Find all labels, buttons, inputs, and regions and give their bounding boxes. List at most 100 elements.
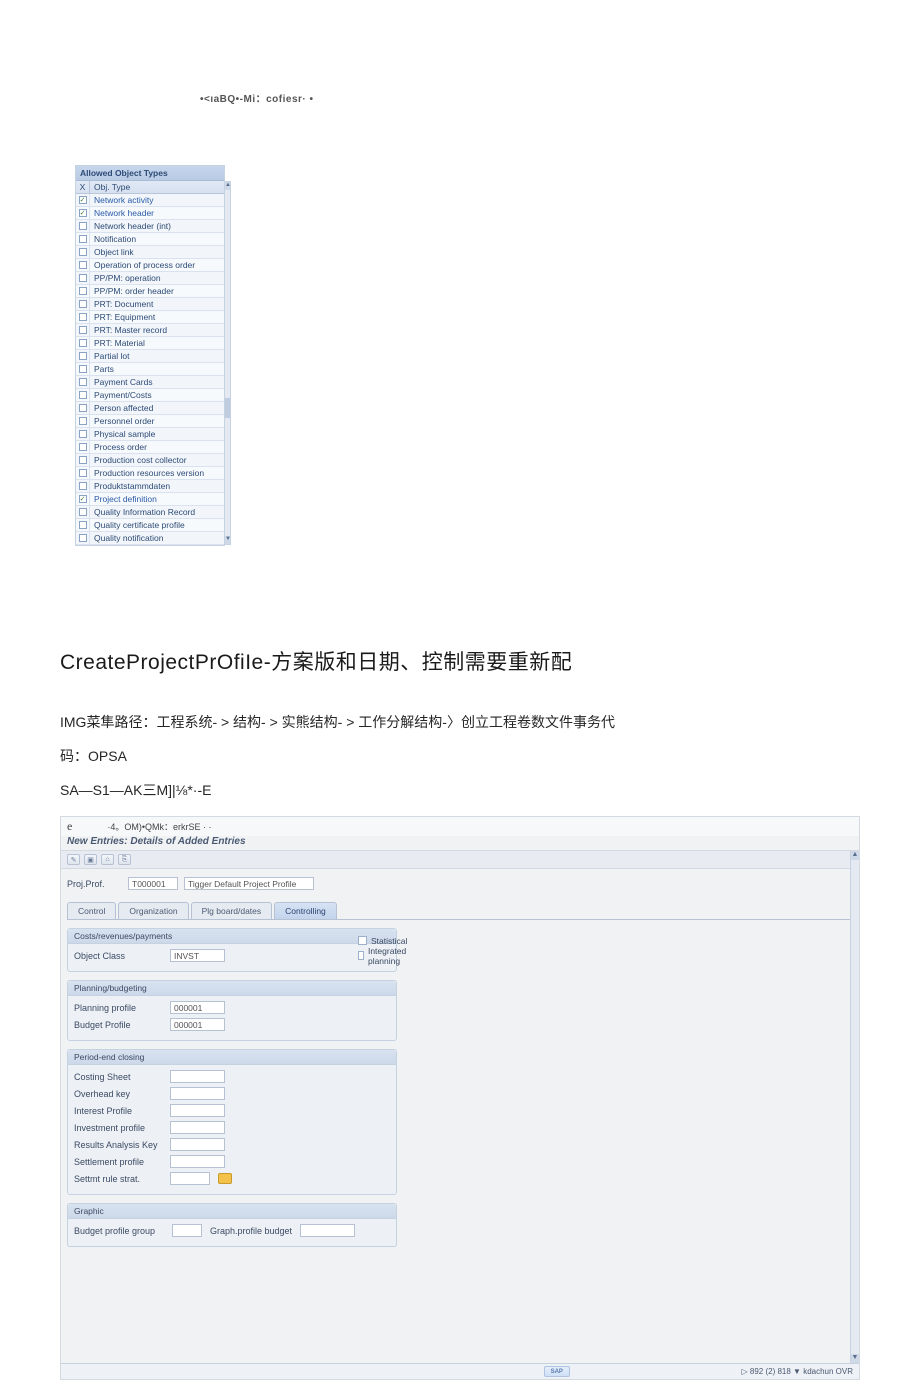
investment-profile-input[interactable] — [170, 1121, 225, 1134]
checkbox[interactable] — [79, 534, 87, 542]
checkbox[interactable] — [79, 248, 87, 256]
screen-title: New Entries: Details of Added Entries — [61, 836, 859, 850]
table-row[interactable]: Produktstammdaten — [76, 480, 224, 493]
checkbox[interactable] — [79, 482, 87, 490]
planning-group: Planning/budgeting Planning profile Budg… — [67, 980, 397, 1041]
scrollbar[interactable]: ▲ ▼ — [850, 851, 859, 1363]
table-row[interactable]: Physical sample — [76, 428, 224, 441]
checkbox[interactable] — [79, 404, 87, 412]
row-label: Network activity — [90, 195, 224, 205]
scroll-up-icon[interactable]: ▲ — [851, 851, 859, 860]
table-row[interactable]: ✓Network header — [76, 207, 224, 220]
toolbar-icon[interactable]: ✎ — [67, 854, 80, 865]
statistical-label: Statistical — [371, 936, 407, 946]
checkbox[interactable] — [79, 417, 87, 425]
table-row[interactable]: Personnel order — [76, 415, 224, 428]
overhead-key-input[interactable] — [170, 1087, 225, 1100]
row-label: PRT: Master record — [90, 325, 224, 335]
row-label: PP/PM: order header — [90, 286, 224, 296]
graph-profile-budget-input[interactable] — [300, 1224, 355, 1237]
costing-sheet-input[interactable] — [170, 1070, 225, 1083]
row-label: Notification — [90, 234, 224, 244]
value-help-icon[interactable] — [218, 1173, 232, 1184]
table-row[interactable]: Parts — [76, 363, 224, 376]
checkbox[interactable] — [79, 365, 87, 373]
table-row[interactable]: PP/PM: operation — [76, 272, 224, 285]
toolbar-icon[interactable]: ▣ — [84, 854, 97, 865]
toolbar-icon[interactable]: ⌂ — [101, 854, 114, 865]
checkbox[interactable]: ✓ — [79, 495, 87, 503]
checkbox[interactable] — [79, 430, 87, 438]
checkbox[interactable] — [79, 378, 87, 386]
scroll-down-icon[interactable]: ▼ — [851, 1354, 859, 1363]
tab-controlling[interactable]: Controlling — [274, 902, 337, 919]
budget-profile-group-input[interactable] — [172, 1224, 202, 1237]
checkbox[interactable] — [79, 222, 87, 230]
table-row[interactable]: PRT: Material — [76, 337, 224, 350]
table-row[interactable]: PRT: Document — [76, 298, 224, 311]
checkbox[interactable] — [79, 469, 87, 477]
checkbox[interactable] — [79, 339, 87, 347]
table-row[interactable]: PRT: Equipment — [76, 311, 224, 324]
tab-plg-board[interactable]: Plg board/dates — [191, 902, 273, 919]
checkbox[interactable] — [79, 521, 87, 529]
settmt-rule-input[interactable] — [170, 1172, 210, 1185]
table-row[interactable]: Quality notification — [76, 532, 224, 545]
table-row[interactable]: PRT: Master record — [76, 324, 224, 337]
table-row[interactable]: Notification — [76, 233, 224, 246]
scroll-down-icon[interactable]: ▼ — [225, 536, 230, 544]
checkbox[interactable]: ✓ — [79, 196, 87, 204]
planning-profile-input[interactable] — [170, 1001, 225, 1014]
checkbox[interactable] — [79, 391, 87, 399]
tab-organization[interactable]: Organization — [118, 902, 188, 919]
checkbox[interactable] — [79, 313, 87, 321]
checkbox[interactable] — [79, 300, 87, 308]
integrated-planning-checkbox[interactable] — [358, 951, 364, 960]
checkbox[interactable] — [79, 261, 87, 269]
table-row[interactable]: Production cost collector — [76, 454, 224, 467]
statistical-checkbox[interactable] — [358, 936, 367, 945]
toolbar-icon[interactable]: ⎘ — [118, 854, 131, 865]
table-row[interactable]: Partial lot — [76, 350, 224, 363]
table-row[interactable]: ✓Project definition — [76, 493, 224, 506]
checkbox[interactable] — [79, 235, 87, 243]
checkbox[interactable] — [79, 456, 87, 464]
budget-profile-input[interactable] — [170, 1018, 225, 1031]
results-analysis-input[interactable] — [170, 1138, 225, 1151]
tab-control[interactable]: Control — [67, 902, 116, 919]
results-analysis-label: Results Analysis Key — [74, 1140, 164, 1150]
checkbox[interactable] — [79, 287, 87, 295]
scrollbar[interactable]: ▲ ▼ — [224, 181, 231, 545]
table-row[interactable]: Production resources version — [76, 467, 224, 480]
checkbox[interactable] — [79, 326, 87, 334]
table-row[interactable]: Operation of process order — [76, 259, 224, 272]
scroll-up-icon[interactable]: ▲ — [225, 182, 230, 190]
checkbox[interactable] — [79, 443, 87, 451]
title-bar-garbled: e ·4。OM)•QMk：erkrSE · · — [61, 817, 859, 836]
table-row[interactable]: PP/PM: order header — [76, 285, 224, 298]
tab-strip: Control Organization Plg board/dates Con… — [67, 902, 853, 920]
checkbox[interactable]: ✓ — [79, 209, 87, 217]
object-class-input[interactable] — [170, 949, 225, 962]
scroll-thumb[interactable] — [225, 398, 230, 418]
proj-prof-row: Proj.Prof. — [67, 875, 853, 892]
interest-profile-input[interactable] — [170, 1104, 225, 1117]
settlement-profile-input[interactable] — [170, 1155, 225, 1168]
table-row[interactable]: Person affected — [76, 402, 224, 415]
table-row[interactable]: Quality Information Record — [76, 506, 224, 519]
checkbox[interactable] — [79, 508, 87, 516]
table-row[interactable]: Quality certificate profile — [76, 519, 224, 532]
proj-prof-desc-input[interactable] — [184, 877, 314, 890]
table-row[interactable]: Process order — [76, 441, 224, 454]
table-row[interactable]: Payment Cards — [76, 376, 224, 389]
checkbox[interactable] — [79, 274, 87, 282]
checkbox[interactable] — [79, 352, 87, 360]
table-row[interactable]: Network header (int) — [76, 220, 224, 233]
table-row[interactable]: Payment/Costs — [76, 389, 224, 402]
row-label: Production resources version — [90, 468, 224, 478]
page-title: CreateProjectPrOfiIe-方案版和日期、控制需要重新配 — [60, 646, 860, 676]
proj-prof-input[interactable] — [128, 877, 178, 890]
costs-group: Costs/revenues/payments Object Class Sta… — [67, 928, 397, 972]
table-row[interactable]: Object link — [76, 246, 224, 259]
table-row[interactable]: ✓Network activity — [76, 194, 224, 207]
